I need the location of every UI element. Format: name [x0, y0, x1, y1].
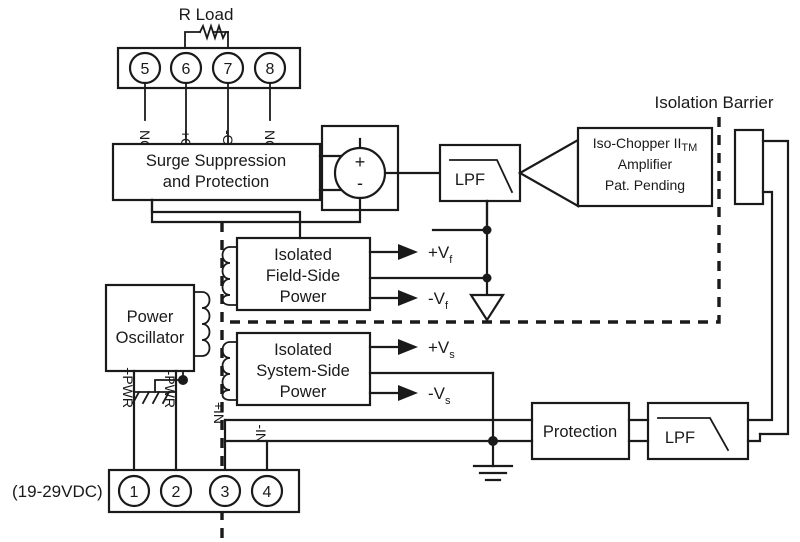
terminal-8-number: 8 — [266, 61, 275, 78]
field-neg-arrow-icon — [398, 290, 418, 306]
field-neg-sub: f — [445, 300, 449, 312]
surge-line-1: Surge Suppression — [146, 152, 286, 170]
amplifier-name: Iso-Chopper II — [593, 135, 682, 151]
field-ground-junction-bottom — [482, 273, 492, 283]
protection-label: Protection — [543, 423, 617, 441]
field-power-line-2: Field-Side — [266, 267, 340, 285]
terminal-4-number: 4 — [263, 484, 272, 501]
lpf-top-group: LPF — [438, 143, 522, 203]
terminal-1-label: +PWR — [120, 367, 136, 408]
system-neg-sub: s — [445, 395, 451, 407]
system-pos-rail-label: +Vs — [428, 338, 455, 361]
amplifier-group: Iso-Chopper IITM Amplifier Pat. Pending — [517, 126, 714, 208]
field-pos-sub: f — [449, 254, 453, 266]
terminal-6-number: 6 — [182, 61, 191, 78]
terminal-5-number: 5 — [141, 61, 150, 78]
field-power-line-3: Power — [280, 288, 327, 306]
isolation-coupler-group — [733, 128, 790, 436]
field-neg-text: -V — [428, 289, 446, 308]
floating-ground-icon — [468, 293, 506, 323]
lpf-bottom-label: LPF — [665, 429, 695, 447]
isolation-barrier-label: Isolation Barrier — [654, 93, 773, 112]
r-load-label: R Load — [179, 5, 234, 24]
system-neg-rail-label: -Vs — [428, 384, 451, 407]
summing-node-plus: + — [355, 152, 366, 172]
system-neg-arrow-icon — [398, 385, 418, 401]
field-pos-text: +V — [428, 243, 450, 262]
amplifier-line-2: Amplifier — [618, 156, 673, 172]
amplifier-trademark: TM — [681, 142, 697, 154]
earth-ground-group — [472, 371, 514, 482]
summing-node-minus: - — [357, 173, 363, 193]
block-diagram-canvas: R Load 5 NC 6 +OUT 7 -OUT 8 NC Surge Sup… — [0, 0, 800, 542]
diagram-svg: R Load 5 NC 6 +OUT 7 -OUT 8 NC Surge Sup… — [12, 5, 790, 542]
amplifier-line-3: Pat. Pending — [605, 177, 685, 193]
terminal-4-label: -IN — [253, 424, 269, 443]
field-pos-rail-label: +Vf — [428, 243, 453, 266]
terminal-2-number: 2 — [172, 484, 181, 501]
supply-range-label: (19-29VDC) — [12, 482, 103, 501]
oscillator-transformer-coil-icon — [193, 291, 211, 357]
system-transformer-coil-icon — [221, 341, 238, 401]
surge-line-2: and Protection — [163, 173, 269, 191]
earth-ground-icon — [472, 464, 514, 482]
system-power-line-3: Power — [280, 383, 327, 401]
system-pos-sub: s — [449, 349, 455, 361]
field-transformer-coil-icon — [221, 246, 238, 306]
oscillator-line-1: Power — [127, 308, 174, 326]
field-pos-arrow-icon — [398, 244, 418, 260]
amplifier-triangle — [517, 138, 580, 208]
system-power-line-2: System-Side — [256, 362, 350, 380]
system-side-power-group: Isolated System-Side Power +Vs -Vs — [221, 331, 495, 407]
system-neg-text: -V — [428, 384, 446, 403]
lpf-bottom-group: LPF — [646, 401, 750, 461]
protection-group: Protection — [530, 401, 631, 461]
system-pos-arrow-icon — [398, 339, 418, 355]
terminal-2-label: -PWR — [162, 371, 178, 408]
terminal-7-number: 7 — [224, 61, 233, 78]
power-oscillator-block — [104, 283, 196, 373]
lpf-top-label: LPF — [455, 171, 485, 189]
system-pos-text: +V — [428, 338, 450, 357]
terminal-1-number: 1 — [130, 484, 139, 501]
field-neg-rail-label: -Vf — [428, 289, 449, 312]
field-power-line-1: Isolated — [274, 246, 332, 264]
isolation-coupler-block — [733, 128, 765, 206]
chassis-ground-group — [131, 370, 188, 405]
terminal-3-number: 3 — [221, 484, 230, 501]
terminal-3-label: +IN — [211, 402, 227, 424]
system-power-line-1: Isolated — [274, 341, 332, 359]
lpf-bottom-block — [646, 401, 750, 461]
surge-suppression-group: Surge Suppression and Protection — [111, 142, 322, 202]
r-load-group: R Load — [179, 5, 234, 49]
field-side-power-group: Isolated Field-Side Power +Vf -Vf — [150, 198, 489, 312]
oscillator-line-2: Oscillator — [116, 329, 185, 347]
